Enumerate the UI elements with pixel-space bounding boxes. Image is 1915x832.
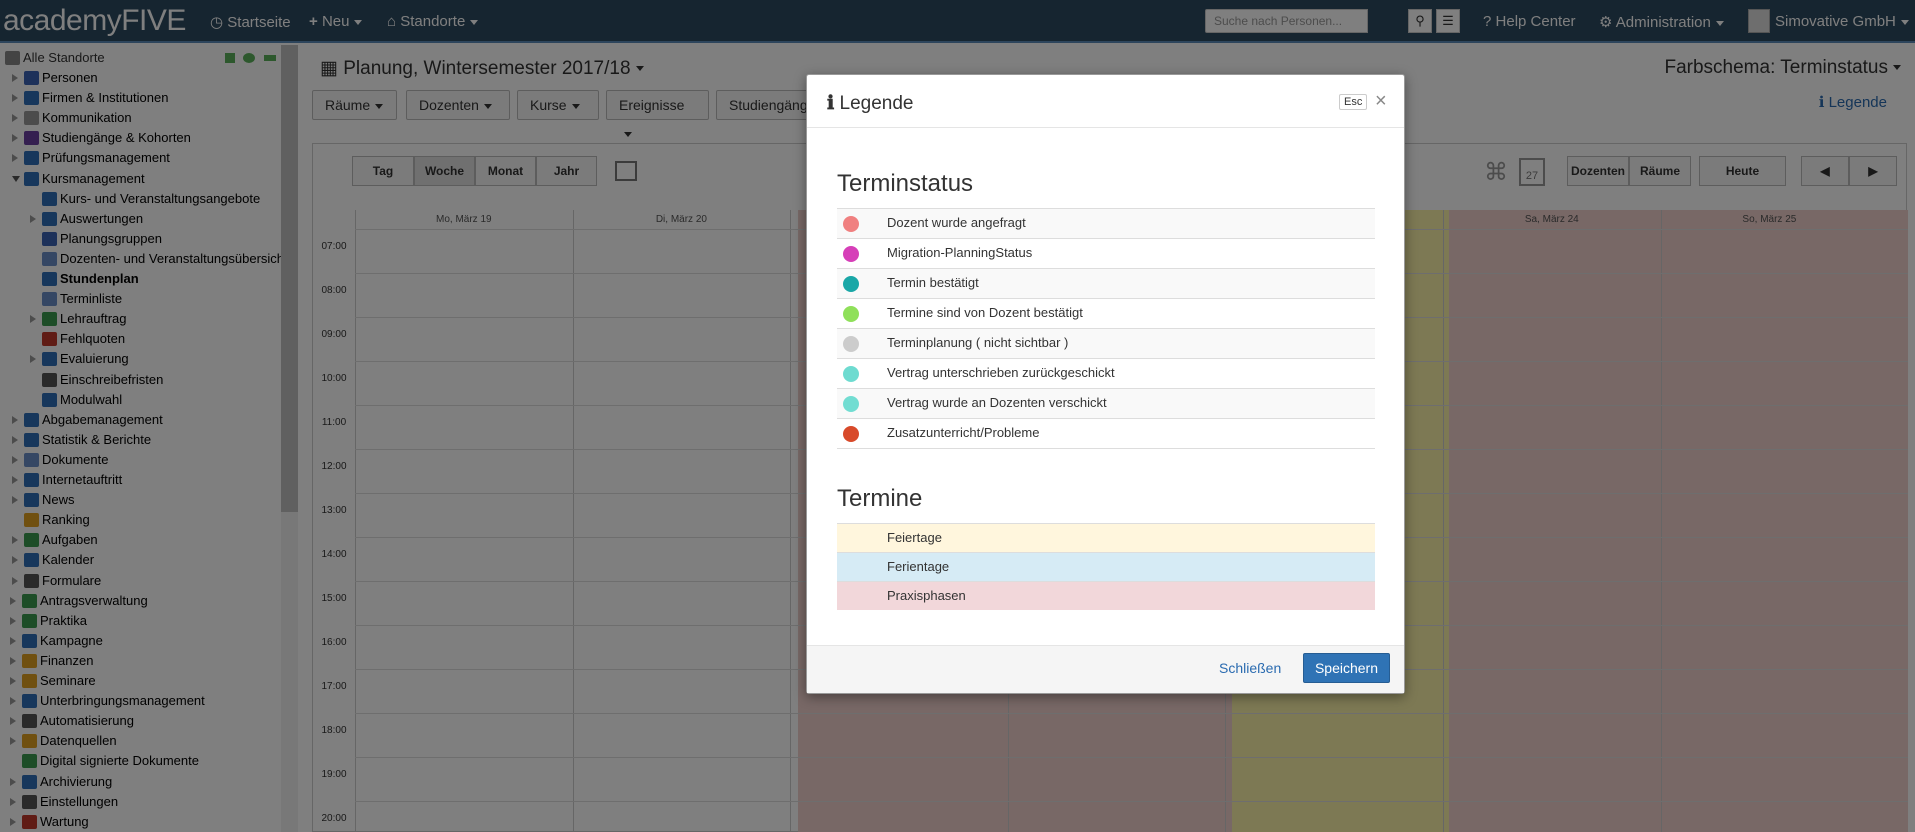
termin-legend-row: Feiertage [837, 523, 1375, 552]
dialog-footer: Schließen Speichern [807, 645, 1404, 693]
status-color-dot [843, 216, 859, 232]
legend-row: Zusatzunterricht/Probleme [837, 418, 1375, 448]
section-terminstatus: Terminstatus [837, 170, 974, 197]
status-color-dot [843, 276, 859, 292]
info-icon: ℹ [827, 93, 835, 114]
legend-label: Migration-PlanningStatus [887, 245, 1033, 260]
termin-legend-row: Praxisphasen [837, 581, 1375, 610]
status-color-dot [843, 306, 859, 322]
legend-row: Vertrag wurde an Dozenten verschickt [837, 388, 1375, 418]
dialog-header: ℹ Legende Esc × [807, 75, 1404, 128]
legend-row: Terminplanung ( nicht sichtbar ) [837, 328, 1375, 358]
status-color-dot [843, 366, 859, 382]
legend-row: Vertrag unterschrieben zurückgeschickt [837, 358, 1375, 388]
legend-label: Dozent wurde angefragt [887, 215, 1026, 230]
legend-row: Termin bestätigt [837, 268, 1375, 298]
status-color-dot [843, 396, 859, 412]
termin-legend-row: Ferientage [837, 552, 1375, 581]
section-termine: Termine [837, 485, 923, 512]
legende-dialog: ℹ Legende Esc × Terminstatus Dozent wurd… [806, 74, 1405, 694]
close-icon[interactable]: × [1375, 90, 1387, 113]
legend-label: Feiertage [887, 530, 942, 545]
legend-label: Termine sind von Dozent bestätigt [887, 305, 1083, 320]
legend-divider [837, 448, 1375, 449]
legend-row: Dozent wurde angefragt [837, 208, 1375, 238]
close-button[interactable]: Schließen [1219, 660, 1281, 676]
status-color-dot [843, 426, 859, 442]
legend-label: Zusatzunterricht/Probleme [887, 425, 1040, 440]
legend-row: Termine sind von Dozent bestätigt [837, 298, 1375, 328]
status-color-dot [843, 246, 859, 262]
dialog-title: ℹ Legende [827, 92, 913, 115]
save-button[interactable]: Speichern [1303, 653, 1390, 683]
legend-label: Ferientage [887, 559, 950, 574]
legend-label: Vertrag unterschrieben zurückgeschickt [887, 365, 1115, 380]
legend-row: Migration-PlanningStatus [837, 238, 1375, 268]
status-color-dot [843, 336, 859, 352]
legend-label: Termin bestätigt [887, 275, 979, 290]
legend-label: Vertrag wurde an Dozenten verschickt [887, 395, 1107, 410]
legend-label: Praxisphasen [887, 588, 966, 603]
dialog-title-text: Legende [839, 93, 914, 114]
legend-label: Terminplanung ( nicht sichtbar ) [887, 335, 1069, 350]
esc-hint: Esc [1339, 94, 1368, 110]
